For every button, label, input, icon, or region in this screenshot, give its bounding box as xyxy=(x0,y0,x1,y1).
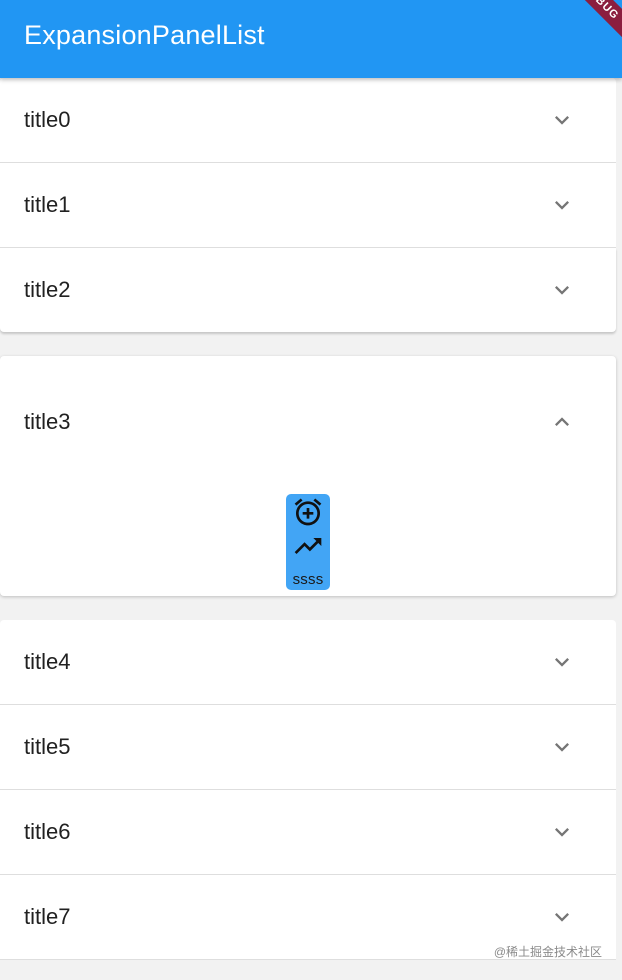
panel-title: title3 xyxy=(24,409,71,434)
debug-banner: DEBUG xyxy=(555,0,622,48)
panel-gap xyxy=(0,332,616,356)
panel-gap xyxy=(0,596,616,620)
expansion-panel-0[interactable]: title0 xyxy=(0,78,616,163)
panel-title: title7 xyxy=(24,904,71,929)
expansion-panel-4[interactable]: title4 xyxy=(0,620,616,705)
expansion-panel-3[interactable]: title3 ssss xyxy=(0,356,616,596)
expansion-panel-2[interactable]: title2 xyxy=(0,248,616,332)
chevron-down-icon[interactable] xyxy=(548,276,576,304)
chevron-down-icon[interactable] xyxy=(548,106,576,134)
watermark: @稀土掘金技术社区 xyxy=(493,945,602,959)
panel-title: title2 xyxy=(24,277,71,302)
panel-header[interactable]: title3 xyxy=(0,356,616,488)
expansion-panel-list: title0 title1 title2 title3 ssss title4 … xyxy=(0,78,616,960)
page-title: ExpansionPanelList xyxy=(24,20,265,50)
expansion-panel-5[interactable]: title5 xyxy=(0,705,616,790)
app-bar: ExpansionPanelList DEBUG xyxy=(0,0,622,78)
panel-title: title6 xyxy=(24,819,71,844)
expanded-body-card: ssss xyxy=(286,494,330,590)
panel-title: title5 xyxy=(24,734,71,759)
trending-up-icon xyxy=(294,538,322,554)
chevron-down-icon[interactable] xyxy=(548,648,576,676)
panel-title: title4 xyxy=(24,649,71,674)
chevron-up-icon[interactable] xyxy=(548,408,576,436)
expansion-panel-6[interactable]: title6 xyxy=(0,790,616,875)
chevron-down-icon[interactable] xyxy=(548,818,576,846)
expansion-panel-1[interactable]: title1 xyxy=(0,163,616,248)
panel-title: title1 xyxy=(24,192,71,217)
expanded-body-label: ssss xyxy=(292,571,324,588)
alarm-add-icon xyxy=(294,498,322,526)
chevron-down-icon[interactable] xyxy=(548,733,576,761)
chevron-down-icon[interactable] xyxy=(548,191,576,219)
panel-title: title0 xyxy=(24,107,71,132)
chevron-down-icon[interactable] xyxy=(548,903,576,931)
